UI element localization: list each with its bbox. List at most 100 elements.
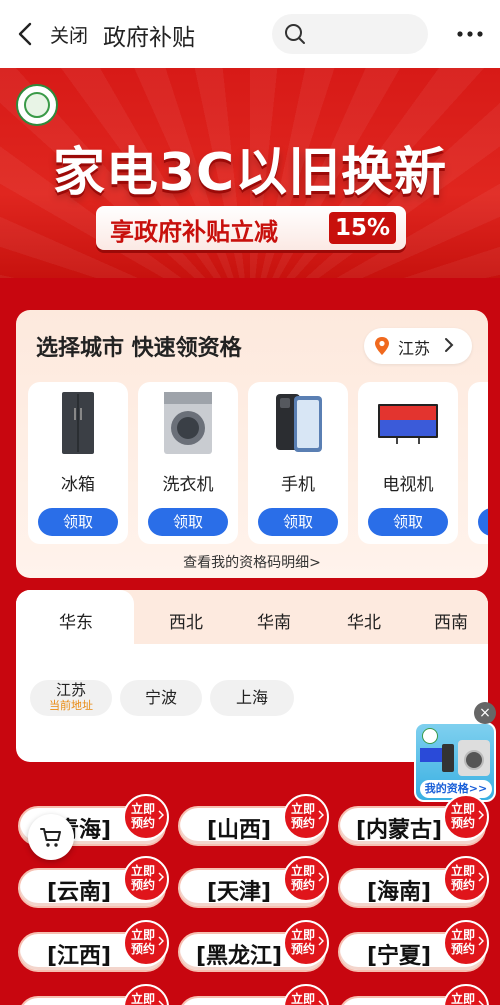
reserve-now-badge[interactable]: 立即预约: [283, 794, 329, 840]
tab-xibei[interactable]: 西北: [169, 608, 203, 633]
claim-button-fridge[interactable]: 领取: [38, 508, 118, 536]
province-name: [山西]: [206, 818, 272, 843]
province-pill[interactable]: [江西] 立即预约: [18, 920, 169, 972]
phone-icon: [276, 394, 322, 452]
province-name: [云南]: [46, 880, 112, 905]
promo-banner: 家电3C以旧换新 享政府补贴立减 15%: [0, 68, 500, 278]
tab-huadong[interactable]: 华东: [59, 608, 93, 633]
chevron-right-icon: [158, 1000, 164, 1005]
reserve-now-badge[interactable]: 立即预约: [443, 856, 489, 902]
search-button[interactable]: [272, 14, 428, 54]
cart-button[interactable]: [28, 814, 74, 860]
chip-label: 宁波: [144, 688, 177, 707]
province-pill[interactable]: [山西] 立即预约: [178, 794, 329, 846]
chevron-right-icon: [158, 810, 164, 820]
chip-current-address: 当前地址: [49, 699, 93, 712]
reserve-now-label: 立即预约: [450, 928, 475, 956]
location-selector[interactable]: 江苏: [364, 328, 472, 364]
province-name: [海南]: [366, 880, 432, 905]
province-name: [内蒙古]: [355, 818, 443, 843]
chevron-right-icon: [318, 872, 324, 882]
reserve-now-label: 立即预约: [290, 802, 315, 830]
chevron-right-icon: [318, 936, 324, 946]
logo-emblem: [24, 92, 50, 118]
reserve-now-badge[interactable]: 立即预约: [283, 856, 329, 902]
product-card-fridge[interactable]: 冰箱 领取: [28, 382, 128, 544]
reserve-now-badge[interactable]: 立即预约: [123, 794, 169, 840]
reserve-now-badge[interactable]: 立即预约: [283, 920, 329, 966]
banner-headline: 家电3C以旧换新: [52, 143, 448, 203]
province-name: [天津]: [206, 880, 272, 905]
reserve-now-badge[interactable]: 立即预约: [123, 920, 169, 966]
claim-button-phone[interactable]: 领取: [258, 508, 338, 536]
my-qualification-widget[interactable]: 我的资格>>: [414, 722, 496, 802]
chip-label: 江苏: [55, 681, 86, 699]
chevron-right-icon: [445, 338, 454, 352]
reserve-now-label: 立即预约: [130, 928, 155, 956]
product-card-washer[interactable]: 洗衣机 领取: [138, 382, 238, 544]
reserve-now-badge[interactable]: 立即预约: [123, 856, 169, 902]
top-nav-bar: 关闭 政府补贴: [0, 0, 500, 68]
chip-label: 上海: [235, 688, 268, 707]
tab-huanan[interactable]: 华南: [257, 608, 291, 633]
province-pill[interactable]: [内蒙古] 立即预约: [338, 794, 489, 846]
city-card-title: 选择城市 快速领资格: [36, 336, 242, 361]
product-name: 冰箱: [61, 475, 95, 495]
province-pill[interactable]: [云南] 立即预约: [18, 856, 169, 908]
product-name: 电视机: [382, 475, 434, 495]
chevron-right-icon: [478, 1000, 484, 1005]
mini-phone-icon: [442, 744, 454, 772]
chip-ningbo[interactable]: 宁波: [120, 680, 202, 716]
reserve-now-label: 立即预约: [130, 992, 155, 1005]
chevron-right-icon: [158, 936, 164, 946]
claim-button-partial[interactable]: [478, 508, 488, 536]
product-card-tv[interactable]: 电视机 领取: [358, 382, 458, 544]
reserve-now-label: 立即预约: [290, 928, 315, 956]
province-name: [宁夏]: [366, 944, 432, 969]
province-pill[interactable]: [黑龙江] 立即预约: [178, 920, 329, 972]
tab-xinan[interactable]: 西南: [434, 608, 468, 633]
page-title: 政府补贴: [103, 25, 195, 51]
reserve-now-label: 立即预约: [290, 992, 315, 1005]
location-city: 江苏: [398, 339, 431, 358]
refrigerator-icon: [62, 392, 94, 454]
chevron-right-icon: [318, 1000, 324, 1005]
province-pill[interactable]: 立即预约: [178, 984, 329, 1005]
chevron-right-icon: [318, 810, 324, 820]
city-select-card: 选择城市 快速领资格 江苏 冰箱 领取 洗衣机 领取 手机 领取 电视机 领取 …: [16, 310, 488, 578]
claim-button-washer[interactable]: 领取: [148, 508, 228, 536]
search-icon: [285, 24, 305, 44]
chevron-left-icon[interactable]: [14, 20, 38, 48]
province-name: [江西]: [46, 944, 112, 969]
mini-tv-icon: [420, 748, 442, 762]
product-list: 冰箱 领取 洗衣机 领取 手机 领取 电视机 领取: [28, 382, 488, 548]
product-card-partial[interactable]: [468, 382, 488, 544]
more-icon[interactable]: [452, 16, 488, 52]
chip-jiangsu[interactable]: 江苏 当前地址: [30, 680, 112, 716]
reserve-now-label: 立即预约: [290, 864, 315, 892]
reserve-now-label: 立即预约: [450, 802, 475, 830]
reserve-now-badge[interactable]: 立即预约: [443, 920, 489, 966]
province-pill[interactable]: 立即预约: [338, 984, 489, 1005]
reserve-now-badge[interactable]: 立即预约: [443, 984, 489, 1005]
washing-machine-icon: [164, 392, 212, 454]
product-card-phone[interactable]: 手机 领取: [248, 382, 348, 544]
cart-icon: [40, 828, 61, 847]
tab-huabei[interactable]: 华北: [347, 608, 381, 633]
mini-logo-icon: [422, 728, 438, 744]
chip-shanghai[interactable]: 上海: [210, 680, 294, 716]
province-pill[interactable]: [海南] 立即预约: [338, 856, 489, 908]
location-pin-icon: [375, 337, 389, 355]
reserve-now-badge[interactable]: 立即预约: [123, 984, 169, 1005]
reserve-now-badge[interactable]: 立即预约: [283, 984, 329, 1005]
close-button[interactable]: 关闭: [50, 21, 88, 48]
province-pill[interactable]: 立即预约: [18, 984, 169, 1005]
close-icon[interactable]: ×: [474, 702, 496, 724]
claim-button-tv[interactable]: 领取: [368, 508, 448, 536]
province-pill[interactable]: [宁夏] 立即预约: [338, 920, 489, 972]
qualification-detail-link[interactable]: 查看我的资格码明细>: [16, 552, 488, 572]
subsidy-percent: 15%: [328, 212, 396, 244]
reserve-now-badge[interactable]: 立即预约: [443, 794, 489, 840]
province-name: [黑龙江]: [195, 944, 283, 969]
province-pill[interactable]: [天津] 立即预约: [178, 856, 329, 908]
